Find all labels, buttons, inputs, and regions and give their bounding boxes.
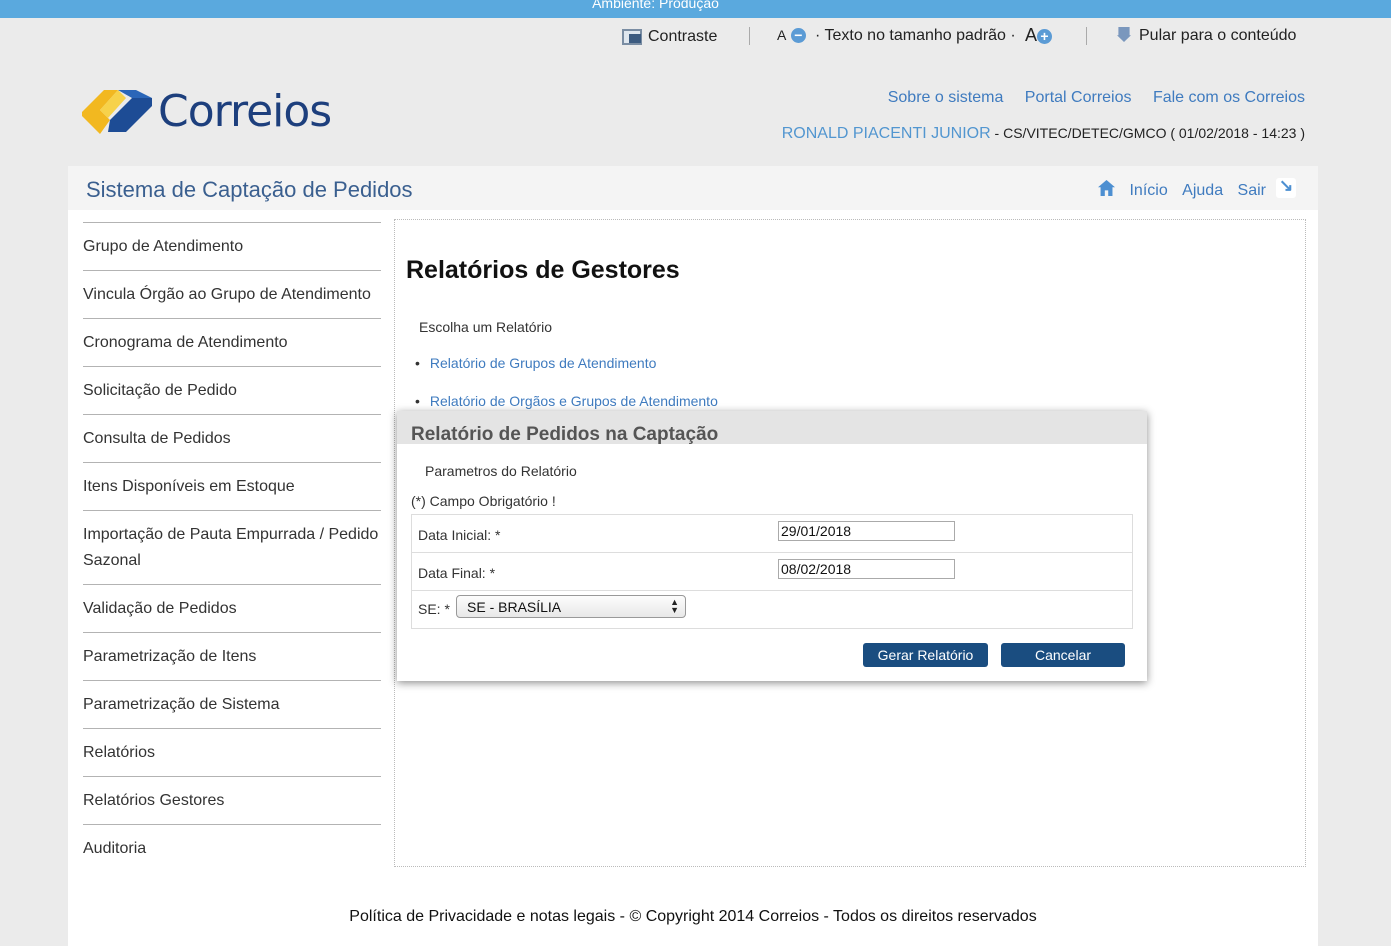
sidebar-item-vincula-orgao[interactable]: Vincula Órgão ao Grupo de Atendimento	[83, 270, 381, 318]
sidebar-item-auditoria[interactable]: Auditoria	[83, 824, 381, 872]
report-dialog: Relatório de Pedidos na Captação Paramet…	[397, 411, 1147, 681]
user-name: RONALD PIACENTI JUNIOR	[781, 125, 991, 142]
footer: Política de Privacidade e notas legais -…	[349, 908, 1037, 925]
help-link[interactable]: Ajuda	[1182, 182, 1223, 199]
panel-header: Sistema de Captação de Pedidos Início Aj…	[68, 166, 1318, 210]
divider	[1086, 27, 1087, 45]
exit-link[interactable]: Sair	[1238, 182, 1266, 199]
plus-icon: +	[1037, 29, 1053, 44]
end-date-input[interactable]	[778, 559, 955, 579]
correios-logo[interactable]: Correios	[82, 84, 342, 140]
se-label: SE: *	[418, 601, 450, 617]
header-links: Início Ajuda Sair	[1098, 176, 1296, 200]
contrast-icon	[622, 27, 642, 45]
cancel-button[interactable]: Cancelar	[1001, 643, 1125, 667]
required-note: (*) Campo Obrigatório !	[411, 493, 556, 509]
about-system-link[interactable]: Sobre o sistema	[888, 89, 1004, 106]
font-increase-button[interactable]: A +	[1025, 25, 1053, 46]
sidebar-item-relatorios[interactable]: Relatórios	[83, 728, 381, 776]
report-link-orgaos-grupos[interactable]: Relatório de Orgãos e Grupos de Atendime…	[415, 393, 718, 409]
sidebar-item-itens-estoque[interactable]: Itens Disponíveis em Estoque	[83, 462, 381, 510]
sidebar-item-solicitacao[interactable]: Solicitação de Pedido	[83, 366, 381, 414]
correios-logo-mark	[82, 90, 152, 134]
report-form: Data Inicial: * Data Final: * SE: * SE -…	[411, 514, 1133, 629]
system-title: Sistema de Captação de Pedidos	[86, 177, 413, 202]
generate-report-button[interactable]: Gerar Relatório	[863, 643, 988, 667]
font-default-button[interactable]: · Texto no tamanho padrão ·	[815, 27, 1016, 45]
sidebar-item-consulta[interactable]: Consulta de Pedidos	[83, 414, 381, 462]
dialog-title: Relatório de Pedidos na Captação	[411, 424, 719, 445]
environment-bar: Ambiente: Produção	[0, 0, 1391, 18]
start-date-input[interactable]	[778, 521, 955, 541]
user-details: - CS/VITEC/DETEC/GMCO ( 01/02/2018 - 14:…	[990, 125, 1305, 141]
minus-icon: −	[790, 28, 806, 43]
report-link-grupos[interactable]: Relatório de Grupos de Atendimento	[415, 355, 656, 371]
page-title: Relatórios de Gestores	[406, 256, 680, 284]
top-links: Sobre o sistema Portal Correios Fale com…	[871, 89, 1305, 107]
home-icon[interactable]	[1098, 180, 1116, 196]
contrast-toggle[interactable]: Contraste	[622, 27, 717, 46]
logo-wordmark: Correios	[158, 86, 332, 137]
sidebar-menu: Grupo de Atendimento Vincula Órgão ao Gr…	[83, 222, 381, 872]
sidebar-item-grupo-atendimento[interactable]: Grupo de Atendimento	[83, 222, 381, 270]
start-date-label: Data Inicial: *	[418, 527, 501, 543]
choose-report-label: Escolha um Relatório	[419, 319, 553, 335]
dialog-subtitle: Parametros do Relatório	[425, 463, 577, 479]
sidebar-item-param-sistema[interactable]: Parametrização de Sistema	[83, 680, 381, 728]
environment-label: Ambiente: Produção	[592, 0, 719, 11]
se-select[interactable]: SE - BRASÍLIA ▲ ▼	[456, 595, 686, 618]
skip-label: Pular para o conteúdo	[1139, 27, 1297, 44]
font-increase-label: A	[1025, 25, 1038, 45]
sidebar-item-validacao[interactable]: Validação de Pedidos	[83, 584, 381, 632]
contrast-label: Contraste	[648, 28, 718, 45]
exit-icon[interactable]	[1276, 176, 1296, 198]
font-decrease-label: A	[777, 27, 787, 43]
end-date-label: Data Final: *	[418, 565, 496, 581]
start-date-row: Data Inicial: *	[412, 515, 1132, 553]
skip-to-content-link[interactable]: Pular para o conteúdo	[1117, 27, 1296, 45]
sidebar-item-param-itens[interactable]: Parametrização de Itens	[83, 632, 381, 680]
correios-portal-link[interactable]: Portal Correios	[1025, 89, 1132, 106]
end-date-row: Data Final: *	[412, 553, 1132, 591]
contact-link[interactable]: Fale com os Correios	[1153, 89, 1305, 106]
font-decrease-button[interactable]: A −	[777, 27, 806, 45]
arrow-down-icon	[1117, 27, 1131, 42]
home-link[interactable]: Início	[1129, 182, 1167, 199]
font-default-label: · Texto no tamanho padrão ·	[815, 27, 1016, 44]
user-info: RONALD PIACENTI JUNIOR - CS/VITEC/DETEC/…	[782, 125, 1305, 143]
se-selected-value: SE - BRASÍLIA	[467, 599, 562, 615]
accessibility-bar: Contraste A − · Texto no tamanho padrão …	[0, 18, 1391, 55]
sidebar-item-importacao[interactable]: Importação de Pauta Empurrada / Pedido S…	[83, 510, 381, 584]
dialog-header: Relatório de Pedidos na Captação	[397, 411, 1147, 445]
sidebar-item-relatorios-gestores[interactable]: Relatórios Gestores	[83, 776, 381, 824]
divider	[749, 27, 750, 45]
select-arrows-icon: ▲ ▼	[670, 597, 679, 615]
sidebar-item-cronograma[interactable]: Cronograma de Atendimento	[83, 318, 381, 366]
